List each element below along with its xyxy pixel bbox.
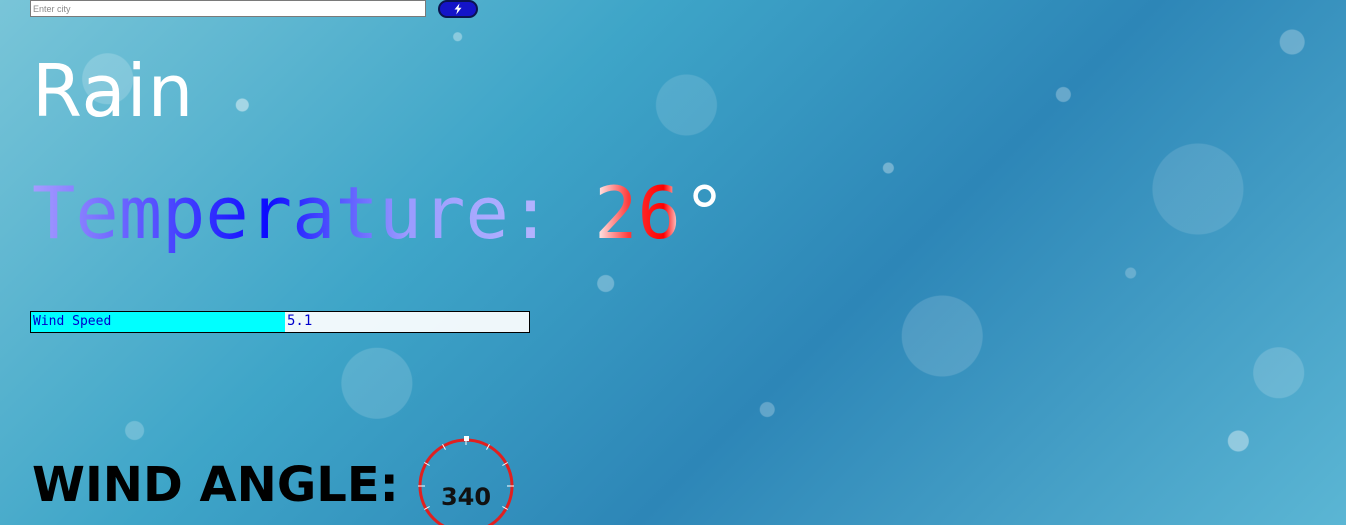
temperature-value: 26 xyxy=(594,171,681,255)
temperature-unit: ° xyxy=(682,171,727,255)
lightning-icon xyxy=(454,3,462,15)
wind-angle-value: 340 xyxy=(440,483,492,511)
wind-speed-label: Wind Speed xyxy=(33,314,112,329)
wind-speed-value: 5.1 xyxy=(287,313,313,329)
search-button[interactable] xyxy=(438,0,478,18)
city-search-input[interactable] xyxy=(30,0,426,17)
rain-background xyxy=(0,0,1346,525)
wind-speed-bar: Wind Speed 5.1 xyxy=(30,311,530,333)
compass-icon xyxy=(418,435,514,525)
temperature-label: Temperature: xyxy=(32,171,553,255)
weather-condition: Rain xyxy=(32,49,195,133)
wind-angle-label: WIND ANGLE: xyxy=(32,457,399,513)
temperature-display: Temperature: 26° xyxy=(32,177,726,249)
wind-angle-gauge: 340 xyxy=(416,435,516,525)
